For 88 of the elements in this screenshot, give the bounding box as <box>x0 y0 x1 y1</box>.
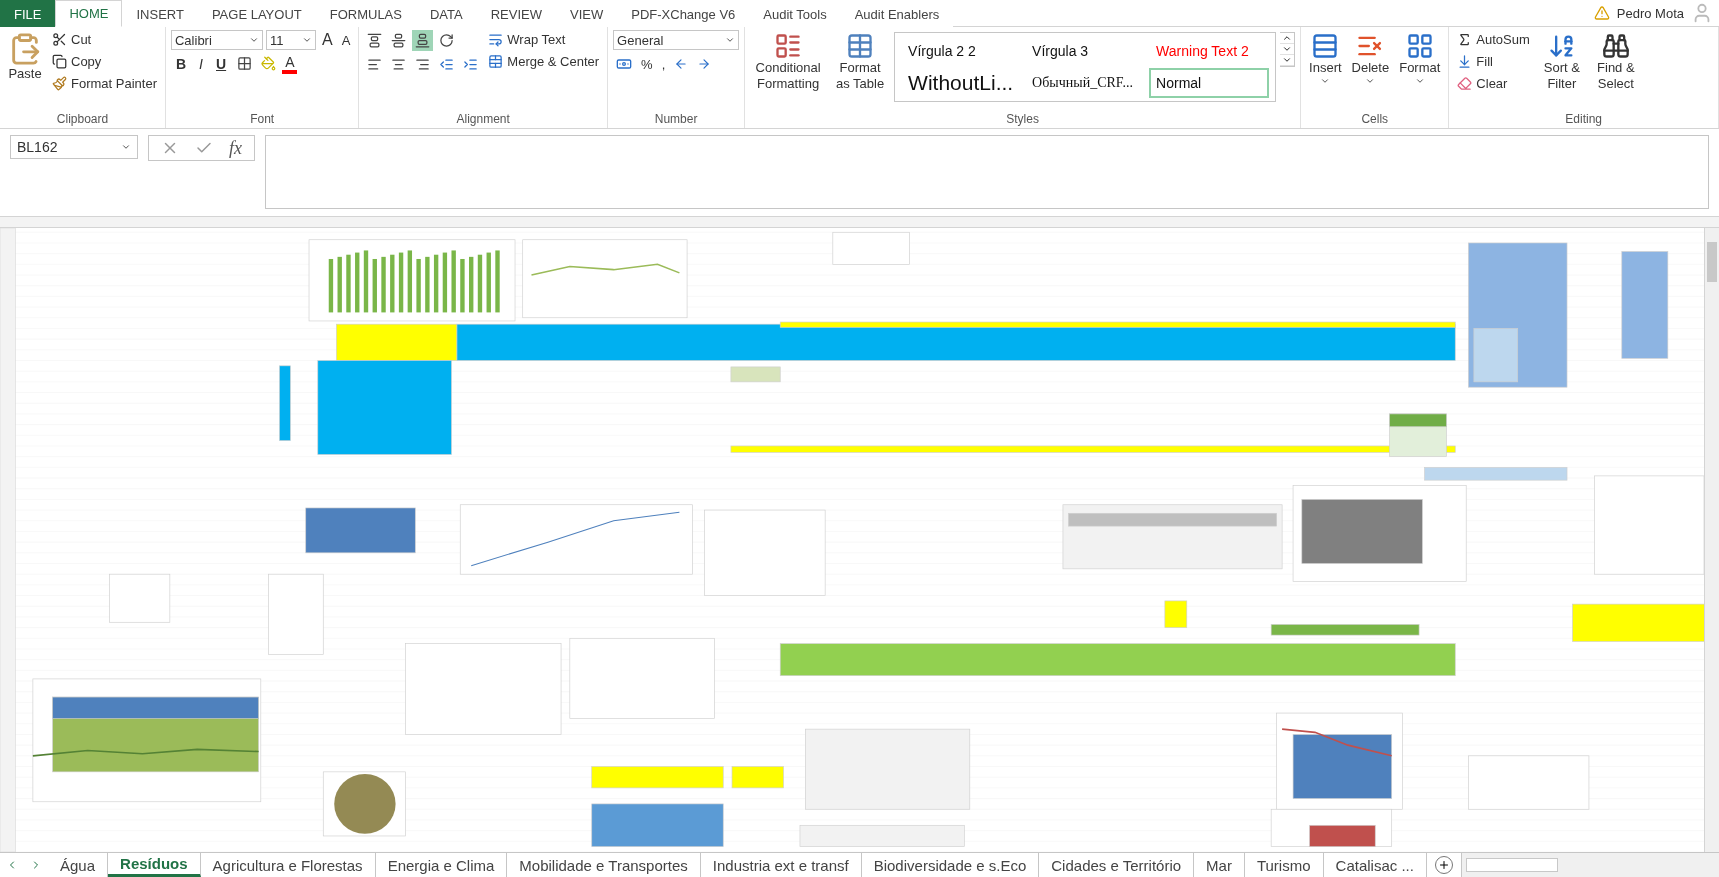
italic-button[interactable]: I <box>194 53 208 74</box>
bottom-align-icon <box>415 33 431 48</box>
paint-bucket-icon <box>261 56 277 71</box>
ribbon-tab[interactable]: FILE <box>0 0 56 27</box>
font-color-button[interactable]: A <box>282 53 298 74</box>
cells-command-button[interactable]: Insert <box>1306 30 1345 88</box>
wrap-text-icon <box>488 32 504 47</box>
copy-icon <box>52 54 67 69</box>
conditional-formatting-icon <box>774 32 803 60</box>
insert-rows-icon <box>1311 32 1340 60</box>
cut-button[interactable]: Cut <box>49 30 160 49</box>
bold-button[interactable]: B <box>171 53 192 74</box>
find-select-button[interactable]: Find & Select <box>1590 30 1641 94</box>
align-left-icon <box>367 57 383 72</box>
top-align-icon <box>367 33 383 48</box>
underline-button[interactable]: U <box>211 53 232 74</box>
scroll-down-button[interactable] <box>1280 44 1295 55</box>
cell-style-option[interactable]: Vírgula 2 2 <box>901 36 1022 66</box>
comma-button[interactable]: , <box>658 54 669 74</box>
table-icon <box>846 32 875 60</box>
autosum-button[interactable]: AutoSum <box>1454 30 1533 49</box>
merge-cells-icon <box>488 54 504 69</box>
vertical-scrollbar[interactable] <box>1704 228 1719 852</box>
grow-font-button[interactable]: A <box>319 31 336 49</box>
insert-function-button[interactable]: fx <box>229 137 242 159</box>
sort-filter-button[interactable]: Sort & Filter <box>1536 30 1587 94</box>
paste-button[interactable]: Paste <box>5 30 45 84</box>
eraser-icon <box>1457 76 1473 91</box>
shrink-font-button[interactable]: A <box>338 32 354 48</box>
dropdown-caret-icon <box>1414 76 1425 86</box>
merge-center-button[interactable]: Merge & Center <box>485 52 603 71</box>
formula-input[interactable] <box>265 135 1709 209</box>
scroll-up-button[interactable] <box>1280 33 1295 44</box>
user-name[interactable]: Pedro Mota <box>1613 3 1687 23</box>
cell-style-option[interactable]: Warning Text 2 <box>1149 36 1270 66</box>
font-name-field[interactable]: Calibri <box>171 30 263 50</box>
cells-command-button[interactable]: Delete <box>1348 30 1393 88</box>
format-as-table-button[interactable]: Format as Table <box>830 30 891 94</box>
dropdown-caret-icon <box>249 35 259 45</box>
group-label: Clipboard <box>55 111 110 128</box>
indent-increase-icon <box>463 57 479 72</box>
dropdown-caret-icon <box>1365 76 1376 86</box>
align-center-icon <box>391 57 407 72</box>
borders-icon <box>237 56 253 71</box>
fill-button[interactable]: Fill <box>1454 52 1533 71</box>
conditional-formatting-button[interactable]: Conditional Formatting <box>750 30 827 94</box>
align-right-icon <box>415 57 431 72</box>
warning-icon <box>1593 5 1610 21</box>
percent-button[interactable]: % <box>638 54 656 74</box>
bottom-align-button[interactable] <box>412 30 434 51</box>
dropdown-caret-icon <box>725 35 736 45</box>
ribbon-tab[interactable]: HOME <box>55 0 123 27</box>
dropdown-caret-icon <box>121 142 131 152</box>
wrap-text-button[interactable]: Wrap Text <box>485 30 603 49</box>
dropdown-caret-icon <box>1320 76 1331 86</box>
sheet-tab[interactable]: Resíduos <box>108 853 201 877</box>
cell-style-option[interactable]: Обычный_CRF... <box>1025 68 1146 98</box>
horizontal-scrollbar[interactable] <box>1460 853 1719 877</box>
banknote-icon <box>616 56 633 72</box>
group-label: Editing <box>1564 111 1604 128</box>
group-label: Number <box>653 111 699 128</box>
expand-icon <box>1282 55 1293 65</box>
font-size-field[interactable]: 11 <box>266 30 316 50</box>
chevron-up-icon <box>1282 33 1293 43</box>
cells-command-button[interactable]: Format <box>1396 30 1444 88</box>
group-label: Cells <box>1360 111 1390 128</box>
dropdown-caret-icon <box>302 35 312 45</box>
copy-button[interactable]: Copy <box>49 52 160 71</box>
more-styles-button[interactable] <box>1280 55 1295 66</box>
chevron-down-icon <box>1282 44 1293 54</box>
plus-icon <box>1437 859 1450 871</box>
group-label: Styles <box>1005 111 1040 128</box>
rotate-icon <box>439 33 455 48</box>
name-box[interactable]: BL162 <box>10 135 138 159</box>
middle-align-icon <box>391 33 407 48</box>
binoculars-icon <box>1601 32 1630 60</box>
format-painter-button[interactable]: Format Painter <box>49 74 160 93</box>
grid-icon <box>1405 32 1434 60</box>
group-label: Alignment <box>455 111 511 128</box>
cell-style-option[interactable]: WithoutLi... <box>901 68 1022 98</box>
clear-button[interactable]: Clear <box>1454 74 1533 93</box>
indent-decrease-icon <box>439 57 455 72</box>
cell-style-option[interactable]: Normal <box>1149 68 1270 98</box>
scissors-icon <box>52 32 67 47</box>
number-format-field[interactable]: General <box>613 30 740 50</box>
paintbrush-icon <box>52 76 67 91</box>
group-label: Font <box>249 111 276 128</box>
cell-style-option[interactable]: Vírgula 3 <box>1025 36 1146 66</box>
